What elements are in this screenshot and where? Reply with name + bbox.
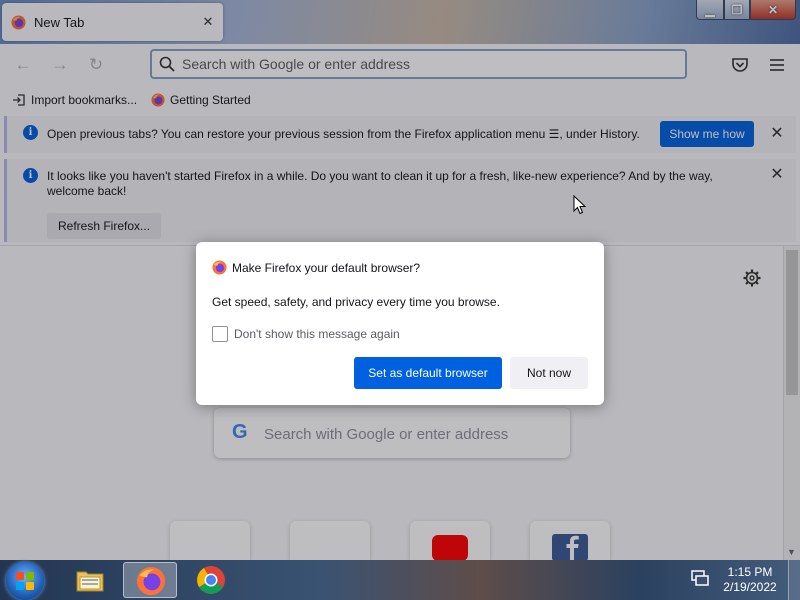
firefox-icon bbox=[136, 566, 166, 596]
dialog-message: Get speed, safety, and privacy every tim… bbox=[212, 295, 500, 309]
taskbar-firefox[interactable] bbox=[123, 562, 177, 598]
chrome-icon bbox=[197, 566, 225, 594]
start-button[interactable] bbox=[6, 562, 44, 600]
default-browser-dialog: Make Firefox your default browser? Get s… bbox=[196, 242, 604, 405]
windows-logo-icon bbox=[16, 572, 34, 590]
firefox-icon bbox=[212, 260, 227, 275]
show-desktop-button[interactable] bbox=[788, 560, 800, 600]
clock-date: 2/19/2022 bbox=[723, 580, 777, 594]
file-explorer-icon bbox=[76, 571, 104, 592]
clock-time: 1:15 PM bbox=[727, 565, 773, 579]
set-default-browser-button[interactable]: Set as default browser bbox=[354, 357, 502, 389]
checkbox-label[interactable]: Don't show this message again bbox=[234, 327, 400, 341]
network-icon[interactable] bbox=[690, 568, 710, 588]
taskbar-chrome[interactable] bbox=[184, 562, 238, 598]
dont-show-again-checkbox[interactable] bbox=[212, 326, 228, 342]
windows-taskbar: 1:15 PM 2/19/2022 bbox=[0, 560, 800, 600]
dialog-title: Make Firefox your default browser? bbox=[232, 261, 421, 275]
system-clock[interactable]: 1:15 PM 2/19/2022 bbox=[718, 565, 782, 595]
mouse-cursor-icon bbox=[573, 195, 587, 215]
taskbar-explorer[interactable] bbox=[62, 562, 116, 598]
not-now-button[interactable]: Not now bbox=[510, 357, 588, 389]
